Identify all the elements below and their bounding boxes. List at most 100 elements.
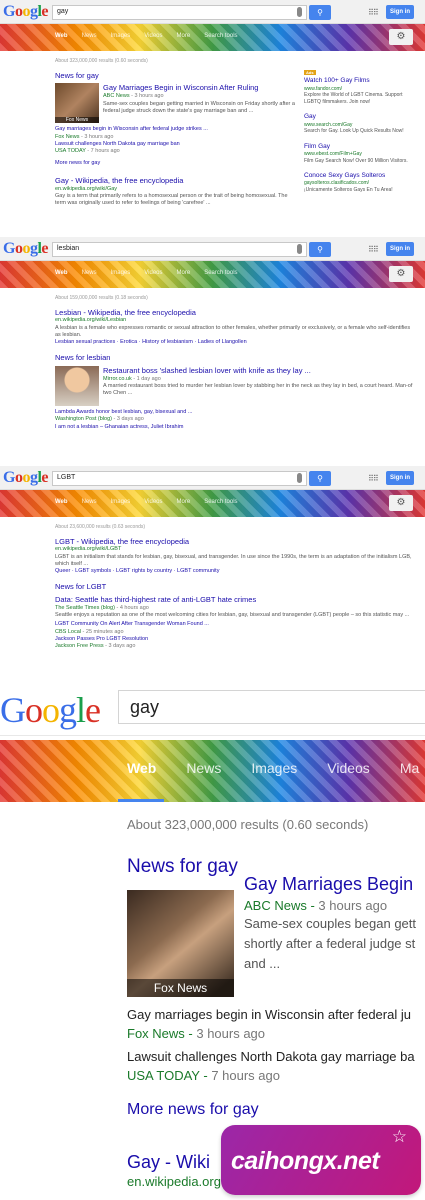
signin-button[interactable]: Sign in <box>386 471 414 485</box>
ad-title[interactable]: Watch 100+ Gay Films <box>304 77 419 85</box>
search-tabs: Web News Images Videos More Search tools <box>55 270 238 276</box>
news-time: 4 hours ago <box>119 605 149 612</box>
search-button[interactable]: ⚲ <box>309 5 331 20</box>
tab-videos[interactable]: Videos <box>144 270 162 276</box>
search-tabs: Web News Images Videos More Search tools <box>55 33 238 39</box>
ad-title[interactable]: Gay <box>304 113 419 121</box>
news-title[interactable]: Gay Marriages Begin in Wisconsin After R… <box>103 83 295 93</box>
related-link[interactable]: Lawsuit challenges North Dakota gay marr… <box>55 141 295 148</box>
tab-news[interactable]: News <box>82 270 97 276</box>
more-news-link[interactable]: More news for gay <box>55 160 295 167</box>
tab-search-tools[interactable]: Search tools <box>204 499 237 505</box>
tab-images[interactable]: Images <box>111 270 131 276</box>
related-link[interactable]: Lambda Awards honor best lesbian, gay, b… <box>55 409 415 416</box>
news-heading[interactable]: News for LGBT <box>55 582 415 592</box>
search-input[interactable]: gay <box>118 690 425 724</box>
search-input[interactable]: gay <box>52 5 307 20</box>
tab-more[interactable]: Ma <box>400 760 419 776</box>
news-heading[interactable]: News for gay <box>127 856 238 878</box>
tab-search-tools[interactable]: Search tools <box>204 270 237 276</box>
related-link[interactable]: I am not a lesbian – Ghanaian actress, J… <box>55 424 415 431</box>
result-sitelinks[interactable]: Queer · LGBT symbols · LGBT rights by co… <box>55 568 415 575</box>
tab-images[interactable]: Images <box>111 33 131 39</box>
tab-news[interactable]: News <box>186 760 221 776</box>
result-title[interactable]: Gay - Wikipedia, the free encyclopedia <box>55 176 295 186</box>
apps-grid-icon[interactable]: ⠿⠿ <box>368 8 379 17</box>
news-time: 1 day ago <box>136 376 161 383</box>
search-tabs: Web News Images Videos More Search tools <box>55 499 238 505</box>
tab-videos[interactable]: Videos <box>144 499 162 505</box>
result-title[interactable]: LGBT - Wikipedia, the free encyclopedia <box>55 537 415 547</box>
related-link[interactable]: Jackson Passes Pro LGBT Resolution <box>55 636 415 643</box>
tab-web[interactable]: Web <box>55 270 68 276</box>
google-logo[interactable]: Google <box>3 240 48 258</box>
ad-title[interactable]: Film Gay <box>304 143 419 151</box>
related-source: Jackson Free Press <box>55 643 104 650</box>
rainbow-nav-bar: Web News Images Videos More Search tools… <box>0 261 425 288</box>
news-title[interactable]: Restaurant boss 'slashed lesbian lover w… <box>103 366 415 376</box>
gear-icon[interactable]: ⚙ <box>389 495 413 511</box>
search-input[interactable]: lesbian <box>52 242 307 257</box>
news-title[interactable]: Data: Seattle has third-highest rate of … <box>55 595 415 605</box>
microphone-icon[interactable] <box>297 473 302 483</box>
results-column: About 23,600,000 results (0.63 seconds) … <box>55 524 415 650</box>
star-icon: ☆ <box>391 1127 407 1146</box>
news-thumbnail[interactable]: Fox News <box>127 890 234 997</box>
ad-title[interactable]: Conoce Sexy Gays Solteros <box>304 172 419 180</box>
result-url: en.wikipedia.org/wiki/Gay <box>55 185 118 192</box>
tab-search-tools[interactable]: Search tools <box>204 33 237 39</box>
search-button[interactable]: ⚲ <box>309 471 331 486</box>
news-thumbnail[interactable]: Fox News <box>55 83 99 124</box>
tab-more[interactable]: More <box>177 33 191 39</box>
related-link[interactable]: Gay marriages begin in Wisconsin after f… <box>127 1007 411 1022</box>
tab-more[interactable]: More <box>177 499 191 505</box>
search-button[interactable]: ⚲ <box>309 242 331 257</box>
news-heading[interactable]: News for lesbian <box>55 353 415 363</box>
news-heading[interactable]: News for gay <box>55 71 295 81</box>
related-time: 3 hours ago <box>84 133 114 140</box>
microphone-icon[interactable] <box>297 244 302 254</box>
ad-desc: ¡Unicamente Solteros Gays En Tu Area! <box>304 186 393 193</box>
site-watermark: ☆ caihongx.net <box>221 1125 421 1195</box>
microphone-icon[interactable] <box>297 7 302 17</box>
tab-web[interactable]: Web <box>127 760 156 776</box>
signin-button[interactable]: Sign in <box>386 5 414 19</box>
related-time: 3 hours ago <box>196 1026 266 1041</box>
related-link[interactable]: Gay marriages begin in Wisconsin after f… <box>55 126 295 133</box>
results-stats: About 323,000,000 results (0.60 seconds) <box>55 58 148 64</box>
tab-images[interactable]: Images <box>251 760 297 776</box>
tab-news[interactable]: News <box>82 499 97 505</box>
related-link[interactable]: LGBT Community On Alert After Transgende… <box>55 621 415 628</box>
more-news-link[interactable]: More news for gay <box>127 1101 259 1119</box>
search-input[interactable]: LGBT <box>52 471 307 486</box>
google-logo[interactable]: Google <box>3 3 48 21</box>
results-stats: About 323,000,000 results (0.60 seconds) <box>127 817 369 832</box>
tab-web[interactable]: Web <box>55 499 68 505</box>
result-snippet: A lesbian is a female who expresses roma… <box>55 324 411 338</box>
google-logo[interactable]: Google <box>3 469 48 487</box>
gear-icon[interactable]: ⚙ <box>389 266 413 282</box>
search-panel-lgbt: Google LGBT ⚲ ⠿⠿ Sign in Web News Images… <box>0 466 425 684</box>
apps-grid-icon[interactable]: ⠿⠿ <box>368 474 379 483</box>
result-title[interactable]: Gay - Wiki <box>127 1152 210 1173</box>
result-title[interactable]: Lesbian - Wikipedia, the free encycloped… <box>55 308 415 318</box>
related-source: CBS Local <box>55 628 81 635</box>
apps-grid-icon[interactable]: ⠿⠿ <box>368 245 379 254</box>
tab-videos[interactable]: Videos <box>144 33 162 39</box>
news-thumbnail[interactable] <box>55 366 99 407</box>
tab-images[interactable]: Images <box>111 499 131 505</box>
related-source: Fox News <box>55 133 80 140</box>
related-link[interactable]: Lawsuit challenges North Dakota gay marr… <box>127 1049 415 1064</box>
results-stats: About 23,600,000 results (0.63 seconds) <box>55 524 146 530</box>
gear-icon[interactable]: ⚙ <box>389 29 413 45</box>
tab-web[interactable]: Web <box>55 33 68 39</box>
related-time: 3 days ago <box>116 416 144 423</box>
signin-button[interactable]: Sign in <box>386 242 414 256</box>
tab-videos[interactable]: Videos <box>327 760 370 776</box>
google-logo[interactable]: Google <box>0 689 101 731</box>
result-sitelinks[interactable]: Lesbian sexual practices · Erotica · His… <box>55 339 415 346</box>
news-source: ABC News <box>103 93 130 100</box>
news-title[interactable]: Gay Marriages Begin <box>244 874 425 895</box>
tab-more[interactable]: More <box>177 270 191 276</box>
tab-news[interactable]: News <box>82 33 97 39</box>
